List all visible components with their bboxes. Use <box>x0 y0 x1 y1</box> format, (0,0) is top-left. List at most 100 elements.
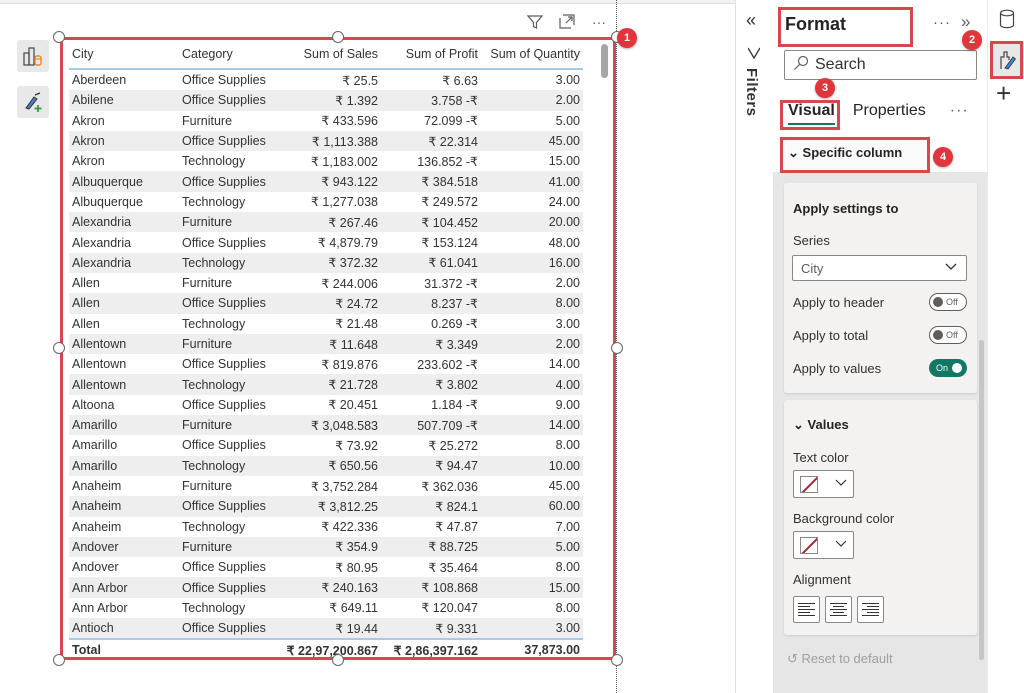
resize-handle-bottom[interactable] <box>332 654 344 666</box>
text-color-picker[interactable] <box>793 470 854 498</box>
more-options-icon[interactable]: ··· <box>933 14 951 31</box>
cell-category: Technology <box>182 519 246 534</box>
cell-sales: ₹ 1,183.002 <box>310 154 378 169</box>
column-header-city[interactable]: City <box>69 47 179 61</box>
cell-profit: ₹ 22.314 <box>428 134 478 149</box>
format-pane: Format ··· » Search 3 Visual Properties … <box>773 0 987 693</box>
expand-pane-icon[interactable]: » <box>961 12 970 32</box>
search-input[interactable]: Search <box>784 50 977 80</box>
filter-icon[interactable] <box>524 12 546 32</box>
column-header-sum-of-quantity[interactable]: Sum of Quantity <box>481 47 583 61</box>
cell-category: Office Supplies <box>182 174 266 189</box>
table-row[interactable]: Antioch Office Supplies ₹ 19.44 ₹ 9.331 3.00 <box>69 618 583 639</box>
resize-handle-top[interactable] <box>332 31 344 43</box>
table-row[interactable]: Allen Furniture ₹ 244.006 31.372 -₹ 2.00 <box>69 273 583 293</box>
table-row[interactable]: Albuquerque Technology ₹ 1,277.038 ₹ 249.57… <box>69 192 583 212</box>
section-specific-column[interactable]: ⌄ Specific column <box>788 145 902 161</box>
table-row[interactable]: Akron Office Supplies ₹ 1,113.388 ₹ 22.314 4… <box>69 130 583 152</box>
cell-category: Furniture <box>182 418 233 433</box>
table-row[interactable]: Akron Technology ₹ 1,183.002 136.852 -₹ 15.0… <box>69 151 583 171</box>
tab-visual[interactable]: Visual <box>784 100 839 125</box>
table-row[interactable]: Ann Arbor Office Supplies ₹ 240.163 ₹ 108.8… <box>69 577 583 598</box>
column-header-sum-of-sales[interactable]: Sum of Sales <box>275 47 381 61</box>
column-header-sum-of-profit[interactable]: Sum of Profit <box>381 47 481 61</box>
table-row[interactable]: Ann Arbor Technology ₹ 649.11 ₹ 120.047 8.00 <box>69 598 583 618</box>
tabs-more-icon[interactable]: ··· <box>950 102 969 120</box>
cell-city: Ann Arbor <box>72 600 128 615</box>
cell-city: Aberdeen <box>72 73 127 88</box>
resize-handle-left[interactable] <box>53 342 65 354</box>
data-pane-button[interactable] <box>999 9 1015 34</box>
cell-quantity: 8.00 <box>555 438 580 453</box>
table-row[interactable]: Amarillo Office Supplies ₹ 73.92 ₹ 25.272 8.… <box>69 435 583 455</box>
resize-handle-right[interactable] <box>611 342 623 354</box>
background-color-picker[interactable] <box>793 531 854 559</box>
filters-label[interactable]: Filters <box>743 68 760 117</box>
apply-to-header-toggle[interactable]: Off <box>929 293 967 311</box>
format-tabs: Visual Properties ··· <box>784 100 969 125</box>
cell-quantity: 5.00 <box>555 113 580 128</box>
table-row[interactable]: Akron Furniture ₹ 433.596 72.099 -₹ 5.00 <box>69 111 583 131</box>
table-row[interactable]: Altoona Office Supplies ₹ 20.451 1.184 -₹ 9.… <box>69 395 583 415</box>
series-dropdown[interactable]: City <box>792 255 967 281</box>
cell-quantity: 4.00 <box>555 377 580 392</box>
tab-properties[interactable]: Properties <box>853 102 926 120</box>
table-scrollbar[interactable] <box>601 44 608 78</box>
cell-city: Anaheim <box>72 479 122 494</box>
align-left-button[interactable] <box>793 596 820 623</box>
table-row[interactable]: Anaheim Technology ₹ 422.336 ₹ 47.87 7.00 <box>69 517 583 537</box>
table-row[interactable]: Allentown Office Supplies ₹ 819.876 233.602… <box>69 354 583 374</box>
table-row[interactable]: Abilene Office Supplies ₹ 1.392 3.758 -₹ 2.0… <box>69 90 583 111</box>
table-row[interactable]: Andover Furniture ₹ 354.9 ₹ 88.725 5.00 <box>69 536 583 558</box>
focus-mode-icon[interactable] <box>556 12 578 32</box>
cell-category: Furniture <box>182 276 233 291</box>
reset-to-default-button[interactable]: ↺ Reset to default <box>787 651 893 667</box>
apply-to-total-toggle[interactable]: Off <box>929 326 967 344</box>
cell-city: Akron <box>72 154 105 169</box>
cell-city: Andover <box>72 560 119 575</box>
data-table: City Category Sum of Sales Sum of Profit… <box>69 40 583 660</box>
align-center-button[interactable] <box>825 596 852 623</box>
text-color-label: Text color <box>793 450 849 465</box>
table-visual[interactable]: City Category Sum of Sales Sum of Profit… <box>60 37 616 660</box>
format-pane-button[interactable] <box>990 41 1023 79</box>
table-row[interactable]: Alexandria Technology ₹ 372.32 ₹ 61.041 16.0… <box>69 252 583 273</box>
collapse-filters-button[interactable]: « <box>746 10 756 31</box>
alignment-label: Alignment <box>793 572 851 587</box>
table-row[interactable]: Amarillo Furniture ₹ 3,048.583 507.709 -₹ 14… <box>69 415 583 436</box>
cell-profit: 1.184 -₹ <box>431 398 478 413</box>
step-badge-3: 3 <box>815 78 835 98</box>
add-pane-button[interactable]: + <box>996 80 1011 106</box>
format-painter-button[interactable] <box>17 86 49 118</box>
values-section-header[interactable]: ⌄ Values <box>793 417 849 433</box>
cell-sales: ₹ 1.392 <box>335 93 378 108</box>
table-row[interactable]: Allen Office Supplies ₹ 24.72 8.237 -₹ 8.00 <box>69 293 583 314</box>
align-right-button[interactable] <box>857 596 884 623</box>
resize-handle-top-left[interactable] <box>53 31 65 43</box>
table-row[interactable]: Amarillo Technology ₹ 650.56 ₹ 94.47 10.00 <box>69 455 583 476</box>
table-row[interactable]: Anaheim Furniture ₹ 3,752.284 ₹ 362.036 45.0… <box>69 476 583 496</box>
cell-quantity: 45.00 <box>548 134 580 149</box>
table-row[interactable]: Alexandria Office Supplies ₹ 4,879.79 ₹ 153… <box>69 232 583 252</box>
column-header-category[interactable]: Category <box>179 47 275 61</box>
table-row[interactable]: Allentown Technology ₹ 21.728 ₹ 3.802 4.00 <box>69 374 583 395</box>
cell-quantity: 20.00 <box>548 215 580 230</box>
table-row[interactable]: Anaheim Office Supplies ₹ 3,812.25 ₹ 824.1 6… <box>69 496 583 517</box>
visual-header: ··· <box>524 12 610 32</box>
table-row[interactable]: Andover Office Supplies ₹ 80.95 ₹ 35.464 8.0… <box>69 557 583 577</box>
table-row[interactable]: Alexandria Furniture ₹ 267.46 ₹ 104.452 20.0… <box>69 212 583 233</box>
resize-handle-bottom-right[interactable] <box>611 654 623 666</box>
table-row[interactable]: Allen Technology ₹ 21.48 0.269 -₹ 3.00 <box>69 314 583 334</box>
build-visual-button[interactable] <box>17 40 49 72</box>
cell-city: Akron <box>72 134 105 149</box>
table-row[interactable]: Aberdeen Office Supplies ₹ 25.5 ₹ 6.63 3.00 <box>69 70 583 90</box>
apply-to-values-toggle[interactable]: On <box>929 359 967 377</box>
format-pane-scrollbar[interactable] <box>979 340 984 660</box>
table-row[interactable]: Albuquerque Office Supplies ₹ 943.122 ₹ 384… <box>69 171 583 192</box>
table-header-row: City Category Sum of Sales Sum of Profit… <box>69 40 583 70</box>
chevron-down-icon <box>834 475 848 492</box>
table-row[interactable]: Allentown Furniture ₹ 11.648 ₹ 3.349 2.00 <box>69 333 583 355</box>
more-options-icon[interactable]: ··· <box>588 12 610 32</box>
resize-handle-bottom-left[interactable] <box>53 654 65 666</box>
cell-sales: ₹ 20.451 <box>328 398 378 413</box>
